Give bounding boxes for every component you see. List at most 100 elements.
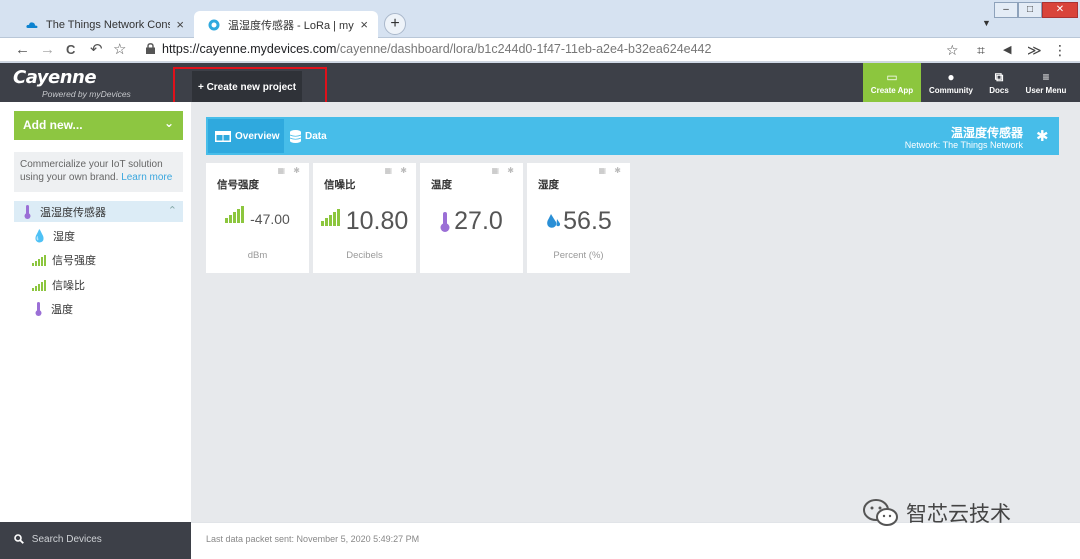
card-unit: Percent (%)	[553, 250, 604, 261]
address-bar: ← → C ↶ ☆ https://cayenne.mydevices.com/…	[0, 38, 1080, 62]
forward-icon[interactable]: →	[40, 41, 55, 59]
overview-icon	[215, 130, 231, 142]
sidebar-widget-signal[interactable]: 信号强度	[32, 251, 96, 269]
card-value: 56.5	[527, 207, 630, 236]
tab-close-icon[interactable]: ×	[176, 17, 184, 32]
cayenne-favicon-icon	[208, 19, 220, 30]
promo-box: Commercialize your IoT solution using yo…	[14, 152, 183, 192]
card-tools-icon[interactable]: ▦ ✱	[385, 166, 410, 175]
logo-subtitle: Powered by myDevices	[42, 89, 131, 99]
data-label: Data	[305, 130, 327, 142]
card-value: -47.00	[206, 206, 309, 228]
close-window-button[interactable]: ✕	[1042, 2, 1078, 18]
wechat-icon	[863, 499, 898, 526]
tab-data[interactable]: Data	[290, 119, 327, 153]
create-app-label: Create App	[870, 86, 914, 95]
widget-card-humidity[interactable]: ▦ ✱ 湿度 56.5 Percent (%)	[527, 163, 630, 273]
signal-icon	[32, 254, 46, 266]
card-value: 10.80	[313, 207, 416, 236]
droplet-icon: 💧	[32, 229, 47, 243]
create-project-button[interactable]: + Create new project	[192, 71, 302, 103]
device-label: 温湿度传感器	[40, 206, 106, 219]
add-new-label: Add new...	[23, 118, 83, 132]
create-app-button[interactable]: ▭ Create App	[863, 63, 921, 102]
widget-card-snr[interactable]: ▦ ✱ 信噪比 10.80 Decibels	[313, 163, 416, 273]
maximize-button[interactable]: □	[1018, 2, 1042, 18]
cayenne-logo[interactable]: Cayenne	[13, 67, 97, 88]
widget-card-signal[interactable]: ▦ ✱ 信号强度 -47.00 dBm	[206, 163, 309, 273]
browser-titlebar: The Things Network Console × 温湿度传感器 - Lo…	[0, 0, 1080, 38]
docs-icon: ⧉	[994, 70, 1004, 84]
signal-icon	[320, 208, 340, 226]
gear-icon[interactable]: ✱	[1036, 127, 1049, 145]
sidebar-widget-snr[interactable]: 信噪比	[32, 276, 85, 294]
learn-more-link[interactable]: Learn more	[121, 172, 172, 183]
widget-card-temperature[interactable]: ▦ ✱ 温度 27.0	[420, 163, 523, 273]
card-unit: dBm	[247, 250, 268, 261]
reload-icon[interactable]: C	[66, 41, 75, 59]
widget-label: 湿度	[52, 231, 75, 243]
new-tab-button[interactable]: +	[384, 13, 406, 35]
watermark: 智芯云技术	[862, 498, 1011, 528]
card-title: 湿度	[538, 179, 559, 191]
sidebar-widget-humidity[interactable]: 💧 湿度	[32, 227, 75, 245]
watermark-text: 智芯云技术	[906, 503, 1011, 526]
signal-icon	[32, 279, 46, 291]
url-field[interactable]: https://cayenne.mydevices.com/cayenne/da…	[162, 42, 711, 56]
undo-icon[interactable]: ↶	[90, 41, 103, 59]
card-unit: Decibels	[346, 250, 383, 261]
droplet-icon	[547, 213, 561, 228]
overview-label: Overview	[235, 130, 280, 142]
star-icon[interactable]: ☆	[946, 41, 959, 59]
chevron-down-icon: ⌄	[163, 116, 174, 130]
card-value: 27.0	[420, 207, 523, 236]
card-title: 信号强度	[217, 179, 259, 191]
sidebar-device-item[interactable]: 温湿度传感器 ⌃	[14, 201, 183, 222]
back-icon[interactable]: ←	[15, 41, 30, 59]
tab-close-icon[interactable]: ×	[360, 17, 368, 32]
network-name: Network: The Things Network	[904, 140, 1023, 150]
cloud-icon	[26, 21, 38, 28]
card-tools-icon[interactable]: ▦ ✱	[492, 166, 517, 175]
value-text: -47.00	[250, 210, 290, 227]
widget-label: 信号强度	[52, 255, 96, 267]
search-devices-label: Search Devices	[31, 534, 102, 545]
browser-tab-ttn[interactable]: The Things Network Console ×	[12, 11, 194, 38]
card-tools-icon[interactable]: ▦ ✱	[278, 166, 303, 175]
card-title: 信噪比	[324, 179, 356, 191]
user-menu-button[interactable]: ≡ User Menu	[1020, 63, 1072, 102]
chevron-up-icon[interactable]: ⌃	[168, 204, 177, 217]
minimize-button[interactable]: –	[994, 2, 1018, 18]
value-text: 10.80	[345, 207, 409, 235]
extensions-icon[interactable]: ≫	[1027, 41, 1042, 59]
url-host: https://cayenne.mydevices.com	[162, 42, 337, 56]
mute-icon[interactable]: ◀	[1003, 41, 1011, 59]
last-packet-text: Last data packet sent: November 5, 2020 …	[206, 534, 420, 544]
docs-button[interactable]: ⧉ Docs	[983, 63, 1015, 102]
crop-icon[interactable]: ⌗	[977, 41, 985, 59]
add-new-button[interactable]: Add new... ⌄	[14, 111, 183, 140]
value-text: 27.0	[454, 207, 503, 235]
community-label: Community	[929, 86, 973, 95]
thermometer-icon	[24, 204, 31, 219]
database-icon	[290, 129, 301, 143]
lock-icon	[146, 43, 155, 54]
tab-search-icon[interactable]: ▼	[982, 18, 991, 28]
search-icon	[14, 534, 24, 545]
browser-menu-icon[interactable]: ⋮	[1053, 41, 1067, 59]
app-icon: ▭	[886, 70, 898, 84]
bookmark-star-icon[interactable]: ☆	[113, 41, 126, 59]
docs-label: Docs	[989, 86, 1009, 95]
card-title: 温度	[431, 179, 452, 191]
tab-overview[interactable]: Overview	[208, 119, 284, 153]
search-devices-bar[interactable]: Search Devices	[0, 522, 191, 559]
tab-title: The Things Network Console	[46, 18, 171, 31]
sidebar-widget-temperature[interactable]: 温度	[32, 300, 73, 318]
card-tools-icon[interactable]: ▦ ✱	[599, 166, 624, 175]
signal-icon	[225, 206, 245, 223]
user-menu-label: User Menu	[1025, 86, 1067, 95]
value-text: 56.5	[563, 207, 612, 235]
browser-tab-cayenne[interactable]: 温湿度传感器 - LoRa | myDevic ×	[194, 11, 378, 38]
thermometer-icon	[440, 211, 450, 232]
community-button[interactable]: ● Community	[925, 63, 977, 102]
